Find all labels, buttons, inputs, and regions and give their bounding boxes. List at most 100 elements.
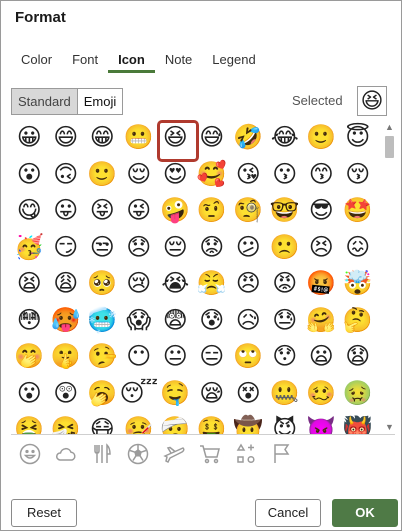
emoji-cell[interactable]: 😈 [267,412,304,434]
emoji-cell[interactable]: 😮 [11,376,48,413]
emoji-cell[interactable]: 😕 [230,230,267,267]
emoji-cell[interactable]: 🤒 [121,412,158,434]
emoji-cell[interactable]: 🤩 [340,193,377,230]
emoji-scrollbar[interactable]: ▲ ▼ [384,120,395,434]
category-smileys[interactable] [13,439,47,469]
emoji-cell[interactable]: 😯 [267,339,304,376]
emoji-cell[interactable]: 🤥 [84,339,121,376]
ok-button[interactable]: OK [332,499,398,527]
emoji-cell[interactable]: 😖 [340,230,377,267]
category-activities[interactable] [121,439,155,469]
emoji-cell[interactable]: 😠 [230,266,267,303]
emoji-cell[interactable]: 🧐 [230,193,267,230]
emoji-cell[interactable]: 😥 [230,303,267,340]
emoji-cell[interactable]: 👹 [340,412,377,434]
emoji-cell[interactable]: 🤧 [48,412,85,434]
emoji-cell[interactable]: 🥶 [84,303,121,340]
tab-color[interactable]: Color [11,51,62,73]
emoji-cell[interactable]: 🤤 [157,376,194,413]
emoji-cell[interactable]: 🤑 [194,412,231,434]
emoji-cell[interactable]: 🤯 [340,266,377,303]
emoji-cell[interactable]: 😁 [84,120,121,157]
tab-legend[interactable]: Legend [202,51,265,73]
emoji-cell[interactable]: 🙂 [303,120,340,157]
emoji-cell[interactable]: 🤕 [157,412,194,434]
emoji-cell[interactable]: 😙 [303,157,340,194]
emoji-cell[interactable]: 😝 [84,193,121,230]
emoji-cell[interactable]: 😄 [48,120,85,157]
scroll-thumb[interactable] [385,136,394,158]
emoji-cell[interactable]: 😘 [230,157,267,194]
category-objects[interactable] [193,439,227,469]
emoji-cell[interactable]: 😢 [121,266,158,303]
emoji-cell[interactable]: 😀 [11,120,48,157]
emoji-cell[interactable]: 😑 [194,339,231,376]
emoji-cell[interactable]: 😳 [11,303,48,340]
emoji-cell[interactable]: 😨 [157,303,194,340]
emoji-cell[interactable]: 🥰 [194,157,231,194]
emoji-cell[interactable]: 😇 [340,120,377,157]
tab-icon[interactable]: Icon [108,51,155,73]
category-symbols[interactable] [229,439,263,469]
emoji-cell[interactable]: 🤔 [340,303,377,340]
emoji-cell[interactable]: 🤣 [230,120,267,157]
emoji-cell[interactable]: 😞 [121,230,158,267]
emoji-cell[interactable]: 😌 [121,157,158,194]
emoji-cell[interactable]: 😰 [194,303,231,340]
emoji-cell[interactable]: 😴 [120,376,159,413]
emoji-cell[interactable]: 😓 [267,303,304,340]
emoji-cell[interactable]: 😏 [48,230,85,267]
emoji-cell[interactable]: 😡 [267,266,304,303]
emoji-cell[interactable]: 🤭 [11,339,48,376]
emoji-cell[interactable]: 🤠 [230,412,267,434]
tab-font[interactable]: Font [62,51,108,73]
emoji-cell[interactable]: 😍 [157,157,194,194]
emoji-cell[interactable]: 😤 [194,266,231,303]
emoji-cell[interactable]: 😣 [303,230,340,267]
emoji-button[interactable]: Emoji [77,89,123,114]
emoji-cell[interactable]: 🤢 [340,376,377,413]
emoji-cell[interactable]: 😲 [48,376,85,413]
emoji-cell[interactable]: 😔 [157,230,194,267]
emoji-cell[interactable]: 👿 [303,412,340,434]
category-flags[interactable] [265,439,299,469]
emoji-cell[interactable]: 😩 [48,266,85,303]
emoji-cell[interactable]: 🙄 [230,339,267,376]
emoji-cell[interactable]: 😮 [11,157,48,194]
cancel-button[interactable]: Cancel [255,499,321,527]
emoji-cell[interactable]: 😫 [11,266,48,303]
emoji-cell[interactable]: 🤗 [303,303,340,340]
reset-button[interactable]: Reset [11,499,77,527]
emoji-cell[interactable]: 😛 [48,193,85,230]
emoji-cell[interactable]: 🤨 [194,193,231,230]
emoji-cell[interactable]: 😷 [84,412,121,434]
emoji-cell[interactable]: 🤫 [48,339,85,376]
emoji-cell[interactable]: 😗 [267,157,304,194]
emoji-cell[interactable]: 😚 [340,157,377,194]
emoji-cell[interactable]: 😋 [11,193,48,230]
emoji-cell[interactable]: 🥵 [48,303,85,340]
category-travel[interactable] [157,439,191,469]
emoji-cell[interactable]: 😜 [121,193,158,230]
standard-button[interactable]: Standard [12,89,78,114]
category-food[interactable] [85,439,119,469]
emoji-cell[interactable]: 😧 [340,339,377,376]
emoji-cell[interactable]: 🤪 [157,193,194,230]
emoji-cell[interactable]: 🤓 [267,193,304,230]
emoji-cell[interactable]: 🤐 [267,376,304,413]
emoji-cell[interactable]: 😪 [194,376,231,413]
category-nature[interactable] [49,439,83,469]
emoji-cell[interactable]: 🥴 [303,376,340,413]
emoji-cell[interactable]: 😐 [157,339,194,376]
emoji-cell[interactable]: 😟 [194,230,231,267]
scroll-down-icon[interactable]: ▼ [384,422,395,432]
emoji-cell[interactable]: 😭 [157,266,194,303]
emoji-cell[interactable]: 🥳 [11,230,48,267]
tab-note[interactable]: Note [155,51,202,73]
emoji-cell[interactable]: 😎 [303,193,340,230]
emoji-cell[interactable]: 🥱 [84,376,121,413]
emoji-cell[interactable]: 🤬 [303,266,340,303]
emoji-cell[interactable]: 🤮 [11,412,48,434]
emoji-cell[interactable]: 😆 [157,120,199,162]
emoji-cell[interactable]: 😬 [121,120,158,157]
